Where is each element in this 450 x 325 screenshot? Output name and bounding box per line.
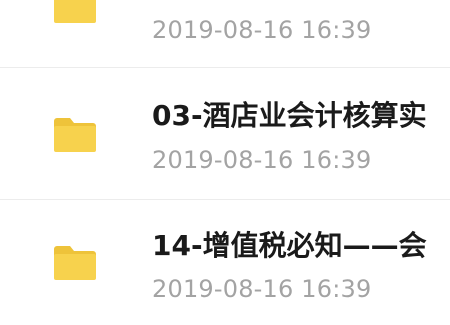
file-date: 2019-08-16 16:39 (152, 16, 372, 44)
file-name: 03-酒店业会计核算实 (152, 99, 427, 132)
folder-icon (54, 0, 96, 23)
file-name: 14-增值税必知——会 (152, 229, 427, 262)
file-row[interactable]: 03-酒店业会计核算实 2019-08-16 16:39 (0, 77, 450, 195)
file-row[interactable]: 2019-08-16 16:39 (0, 0, 450, 42)
folder-icon (54, 118, 96, 152)
file-list: 2019-08-16 16:39 03-酒店业会计核算实 2019-08-16 … (0, 0, 450, 301)
row-divider (0, 199, 450, 200)
file-date: 2019-08-16 16:39 (152, 275, 372, 303)
row-divider (0, 67, 450, 68)
file-row[interactable]: 14-增值税必知——会 2019-08-16 16:39 (0, 207, 450, 325)
file-date: 2019-08-16 16:39 (152, 146, 372, 174)
folder-icon (54, 246, 96, 280)
